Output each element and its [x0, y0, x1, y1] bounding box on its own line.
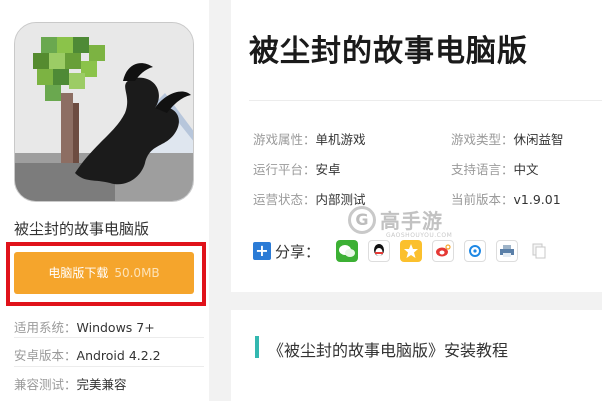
weibo-glyph [436, 244, 451, 257]
printer-glyph [500, 245, 515, 257]
attr-value: v1.9.01 [513, 192, 561, 207]
share-bar: + 分享： [253, 238, 560, 264]
watermark-logo-icon: G [348, 205, 376, 234]
spec-os-value: Windows 7+ [76, 320, 155, 335]
divider [14, 337, 204, 338]
divider [14, 366, 204, 367]
watermark-text: 高手游 [380, 209, 443, 233]
app-name: 被尘封的故事电脑版 [14, 220, 150, 238]
spec-android-key: 安卓版本： [14, 348, 77, 363]
download-size: 50.0MB [114, 266, 160, 280]
page-title: 被尘封的故事电脑版 [249, 34, 528, 69]
wechat-icon[interactable] [336, 240, 359, 262]
qq-glyph [374, 244, 385, 256]
qzone-icon[interactable] [400, 240, 423, 262]
site-watermark: G 高手游 [348, 205, 443, 234]
attr-version: 当前版本：v1.9.01 [451, 189, 561, 208]
download-label: 电脑版下载 [48, 266, 109, 280]
section-accent-bar [255, 336, 259, 358]
attr-value: 中文 [513, 162, 539, 177]
attr-key: 运行平台： [253, 162, 316, 177]
spec-compat-value: 完美兼容 [76, 377, 127, 392]
attr-game-property: 游戏属性：单机游戏 [253, 129, 366, 148]
app-icon-art [15, 23, 193, 201]
attr-key: 当前版本： [451, 192, 514, 207]
share-plus-icon[interactable]: + [253, 242, 271, 260]
star-glyph [404, 244, 419, 258]
attr-value: 安卓 [315, 162, 341, 177]
attr-key: 游戏属性： [253, 132, 316, 147]
tencent-weibo-glyph [469, 245, 482, 257]
copy-glyph [532, 243, 546, 259]
spec-os: 适用系统：Windows 7+ [14, 317, 155, 336]
share-label: 分享： [275, 242, 321, 261]
qq-icon[interactable] [368, 240, 391, 262]
weibo-icon[interactable] [432, 240, 455, 262]
tencent-weibo-icon[interactable] [464, 240, 487, 262]
section-title: 《被尘封的故事电脑版》安装教程 [268, 341, 509, 360]
attr-value: 休闲益智 [513, 132, 564, 147]
attr-key: 运营状态： [253, 192, 316, 207]
spec-android-value: Android 4.2.2 [76, 348, 161, 363]
attr-language: 支持语言：中文 [451, 159, 539, 178]
app-icon [14, 22, 194, 202]
pc-download-button[interactable]: 电脑版下载 50.0MB [14, 252, 194, 294]
divider [249, 100, 602, 101]
attr-game-type: 游戏类型：休闲益智 [451, 129, 564, 148]
spec-compat-key: 兼容测试： [14, 377, 77, 392]
spec-compat: 兼容测试：完美兼容 [14, 374, 127, 393]
spec-os-key: 适用系统： [14, 320, 77, 335]
attr-platform: 运行平台：安卓 [253, 159, 341, 178]
wechat-glyph [339, 245, 356, 257]
spec-android: 安卓版本：Android 4.2.2 [14, 345, 161, 364]
copy-icon[interactable] [528, 240, 550, 262]
attr-value: 单机游戏 [315, 132, 366, 147]
print-icon[interactable] [496, 240, 519, 262]
attr-key: 支持语言： [451, 162, 514, 177]
attr-key: 游戏类型： [451, 132, 514, 147]
